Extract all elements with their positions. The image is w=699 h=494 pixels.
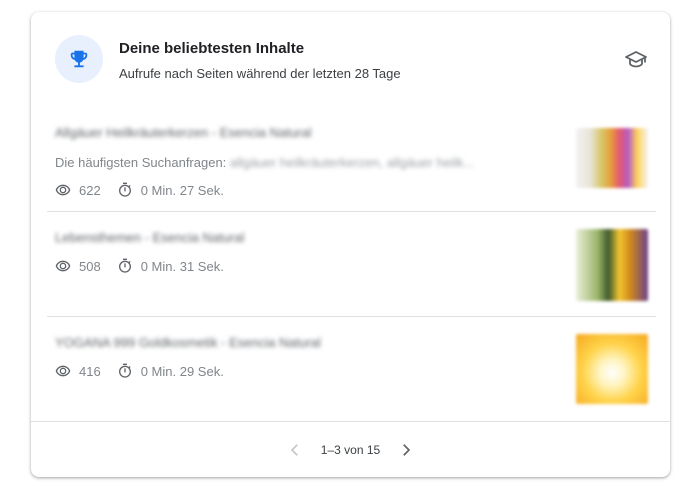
- item-stats: 508 0 Min. 31 Sek.: [55, 258, 224, 274]
- item-title[interactable]: Allgäuer Heilkräuterkerzen - Esencia Nat…: [55, 125, 312, 140]
- trophy-badge: [55, 35, 103, 83]
- card-subtitle: Aufrufe nach Seiten während der letzten …: [119, 66, 401, 81]
- timer-icon: [118, 258, 131, 273]
- item-thumbnail[interactable]: [576, 229, 648, 301]
- eye-icon: [55, 260, 71, 272]
- avg-duration: 0 Min. 31 Sek.: [140, 258, 224, 274]
- trophy-icon: [70, 50, 88, 68]
- list-item[interactable]: Allgäuer Heilkräuterkerzen - Esencia Nat…: [47, 108, 656, 212]
- card-title: Deine beliebtesten Inhalte: [119, 40, 305, 57]
- eye-icon: [55, 184, 71, 196]
- view-count: 416: [79, 363, 101, 379]
- timer-icon: [118, 363, 131, 378]
- item-title[interactable]: Lebensthemen - Esencia Natural: [55, 230, 244, 245]
- chevron-left-icon: [290, 444, 298, 456]
- item-top-queries: Die häufigsten Suchanfragen: allgäuer he…: [55, 155, 474, 170]
- school-cap-icon[interactable]: [624, 48, 648, 72]
- pagination: 1–3 von 15: [31, 438, 670, 462]
- top-content-card: Deine beliebtesten Inhalte Aufrufe nach …: [31, 12, 670, 477]
- top-queries-value: allgäuer heilkräuterkerzen, allgäuer hei…: [229, 155, 475, 170]
- avg-duration: 0 Min. 29 Sek.: [140, 363, 224, 379]
- avg-duration: 0 Min. 27 Sek.: [140, 182, 224, 198]
- card-footer: 1–3 von 15: [31, 421, 670, 478]
- view-count: 508: [79, 258, 101, 274]
- pagination-label: 1–3 von 15: [320, 443, 381, 457]
- top-queries-label: Die häufigsten Suchanfragen:: [55, 155, 227, 170]
- eye-icon: [55, 365, 71, 377]
- item-stats: 622 0 Min. 27 Sek.: [55, 182, 224, 198]
- card-header: Deine beliebtesten Inhalte Aufrufe nach …: [31, 12, 670, 108]
- list-item[interactable]: YOGANA 999 Goldkosmetik - Esencia Natura…: [47, 317, 656, 421]
- next-page-button[interactable]: [394, 438, 418, 462]
- view-count: 622: [79, 182, 101, 198]
- item-title[interactable]: YOGANA 999 Goldkosmetik - Esencia Natura…: [55, 335, 321, 350]
- item-thumbnail[interactable]: [576, 128, 648, 188]
- item-thumbnail[interactable]: [576, 334, 648, 404]
- timer-icon: [118, 182, 131, 197]
- previous-page-button[interactable]: [283, 438, 307, 462]
- chevron-right-icon: [403, 444, 411, 456]
- item-stats: 416 0 Min. 29 Sek.: [55, 363, 224, 379]
- list-item[interactable]: Lebensthemen - Esencia Natural 508 0 Min…: [47, 212, 656, 317]
